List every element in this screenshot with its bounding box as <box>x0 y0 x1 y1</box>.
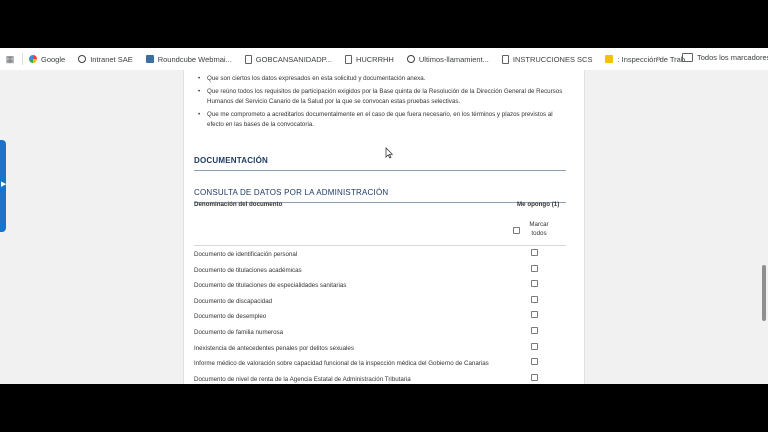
google-icon <box>29 55 37 63</box>
table-row: Documento de familia numerosa <box>194 327 566 343</box>
roundcube-icon <box>145 55 154 63</box>
consulta-section-header: CONSULTA DE DATOS POR LA ADMINISTRACIÓN <box>194 182 566 203</box>
bookmark-inspeccion-trabajo[interactable]: : Inspección de Trab... <box>605 55 691 64</box>
document-name: Documento de nivel de renta de la Agenci… <box>194 376 411 383</box>
declaration-item: Que me comprometo a acreditarlos documen… <box>196 110 568 130</box>
side-panel-tab[interactable]: ▶ <box>0 140 6 232</box>
bookmarks-bar: ▦ Google Intranet SAE Roundcube Webmai..… <box>0 48 768 71</box>
bookmark-roundcube[interactable]: Roundcube Webmai... <box>145 55 232 64</box>
bookmark-ultimos-llamamientos[interactable]: Ultimos-llamamient... <box>406 55 489 64</box>
vertical-scrollbar[interactable] <box>760 70 768 384</box>
document-name: Documento de titulaciones académicas <box>194 267 302 274</box>
me-opongo-checkbox[interactable] <box>531 343 538 350</box>
table-row: Inexistencia de antecedentes penales por… <box>194 343 566 359</box>
letterbox-bottom <box>0 384 768 432</box>
letterbox-top <box>0 0 768 48</box>
me-opongo-checkbox[interactable] <box>531 265 538 272</box>
document-icon <box>501 54 509 64</box>
me-opongo-checkbox[interactable] <box>531 280 538 287</box>
bookmark-instrucciones-scs[interactable]: INSTRUCCIONES SCS <box>501 54 592 64</box>
me-opongo-checkbox[interactable] <box>531 327 538 334</box>
document-name: Documento de titulaciones de especialida… <box>194 282 347 289</box>
form-panel: Que son ciertos los datos expresados en … <box>183 70 585 384</box>
me-opongo-checkbox[interactable] <box>531 249 538 256</box>
documentacion-section-header: DOCUMENTACIÓN <box>194 150 566 171</box>
globe-icon <box>406 55 415 63</box>
document-name: Documento de familia numerosa <box>194 329 284 336</box>
table-header-divider <box>194 245 566 246</box>
table-row: Documento de discapacidad <box>194 296 566 312</box>
bookmark-google[interactable]: Google <box>29 55 65 64</box>
me-opongo-checkbox[interactable] <box>531 374 538 381</box>
me-opongo-checkbox[interactable] <box>531 296 538 303</box>
folder-icon <box>682 53 693 62</box>
marcar-todos-checkbox[interactable] <box>513 227 520 234</box>
document-name: Documento de identificación personal <box>194 251 298 258</box>
document-name: Documento de discapacidad <box>194 298 273 305</box>
inspeccion-icon <box>605 55 614 63</box>
scrollbar-thumb[interactable] <box>762 265 766 321</box>
declaration-item: Que son ciertos los datos expresados en … <box>196 74 568 84</box>
mouse-cursor-icon <box>385 147 393 159</box>
document-name: Informe médico de valoración sobre capac… <box>194 360 489 367</box>
page-viewport: Que son ciertos los datos expresados en … <box>0 70 768 384</box>
declaration-item: Que reúno todos los requisitos de partic… <box>196 87 568 107</box>
bookmark-intranet-sae[interactable]: Intranet SAE <box>78 55 133 64</box>
me-opongo-checkbox[interactable] <box>531 311 538 318</box>
document-icon <box>344 54 352 64</box>
column-header-denominacion: Denominación del documento <box>194 201 283 208</box>
documentacion-title: DOCUMENTACIÓN <box>194 156 269 165</box>
table-row: Documento de desempleo <box>194 311 566 327</box>
document-icon <box>244 54 252 64</box>
table-row: Informe médico de valoración sobre capac… <box>194 358 566 374</box>
table-row: Documento de identificación personal <box>194 249 566 265</box>
document-name: Documento de desempleo <box>194 313 267 320</box>
column-header-me-opongo: Me opongo (1) <box>517 201 560 208</box>
me-opongo-checkbox[interactable] <box>531 358 538 365</box>
bookmarks-separator <box>22 53 23 65</box>
table-row: Documento de nivel de renta de la Agenci… <box>194 374 566 384</box>
globe-icon <box>78 55 87 63</box>
table-row: Documento de titulaciones de especialida… <box>194 280 566 296</box>
bookmark-gobcansanidad[interactable]: GOBCANSANIDADP... <box>244 54 332 64</box>
document-name: Inexistencia de antecedentes penales por… <box>194 345 354 352</box>
bookmarks-overflow-chevron-icon[interactable]: » <box>656 53 661 63</box>
table-row: Documento de titulaciones académicas <box>194 265 566 281</box>
apps-grid-icon[interactable]: ▦ <box>2 54 18 65</box>
declarations-list: Que son ciertos los datos expresados en … <box>196 74 568 133</box>
all-bookmarks-button[interactable]: Todos los marcadores <box>682 53 768 62</box>
consulta-title: CONSULTA DE DATOS POR LA ADMINISTRACIÓN <box>194 188 389 197</box>
bookmark-hucrrhh[interactable]: HUCRRHH <box>344 54 394 64</box>
chevron-right-icon: ▶ <box>1 181 7 188</box>
marcar-todos-label: Marcar todos <box>529 221 549 237</box>
